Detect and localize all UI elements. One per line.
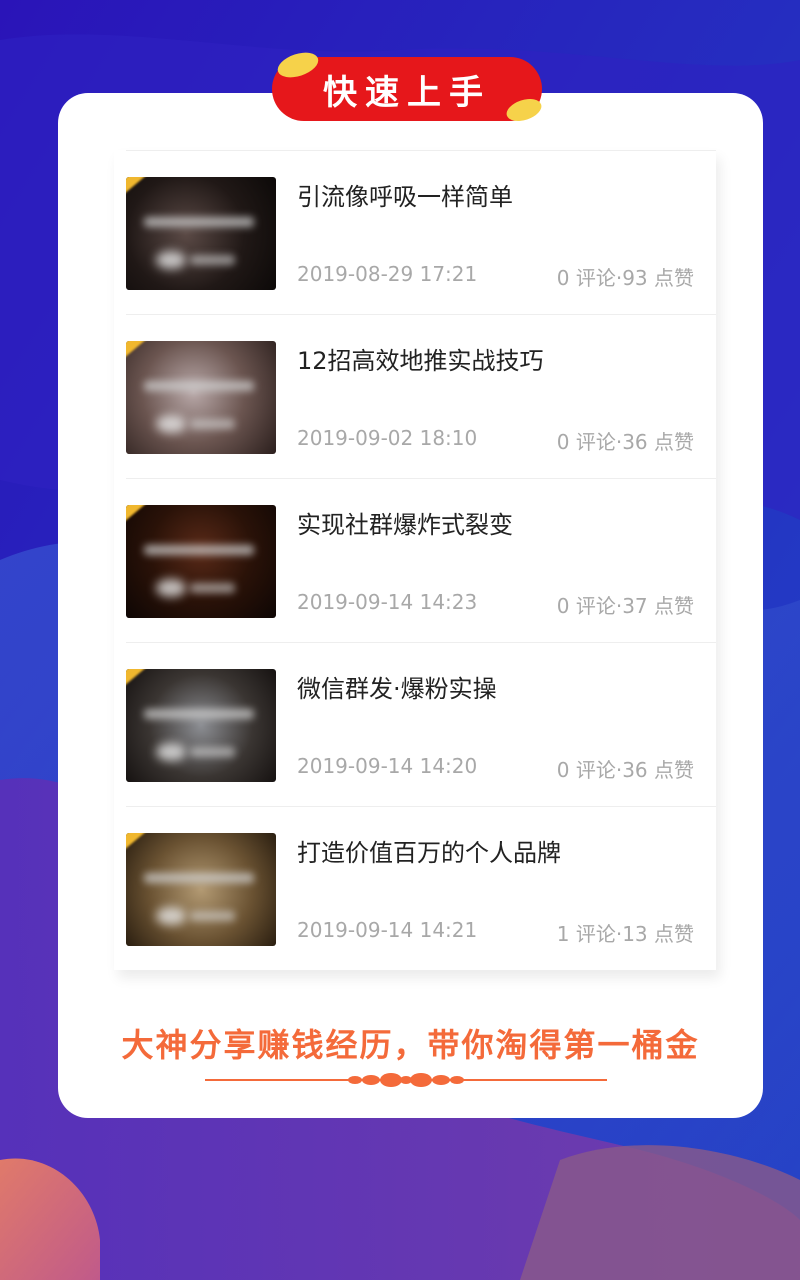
section-title: 快速上手 (323, 72, 491, 113)
article-date: 2019-09-02 18:10 (297, 426, 478, 450)
article-stats: 1 评论·13 点赞 (556, 922, 694, 946)
article-thumbnail[interactable] (126, 177, 276, 290)
article-item[interactable]: 微信群发·爆粉实操 2019-09-14 14:20 0 评论·36 点赞 (126, 642, 716, 806)
article-title[interactable]: 微信群发·爆粉实操 (297, 669, 497, 704)
footer-slogan: 大神分享赚钱经历，带你淘得第一桶金 (121, 1026, 700, 1064)
article-date: 2019-09-14 14:20 (297, 754, 478, 778)
article-date: 2019-09-14 14:23 (297, 590, 478, 614)
article-list: 引流像呼吸一样简单 2019-08-29 17:21 0 评论·93 点赞 12… (114, 150, 716, 970)
ornament-divider-icon (205, 1073, 607, 1087)
article-title[interactable]: 引流像呼吸一样简单 (297, 177, 513, 212)
article-item[interactable]: 引流像呼吸一样简单 2019-08-29 17:21 0 评论·93 点赞 (126, 150, 716, 314)
article-item[interactable]: 12招高效地推实战技巧 2019-09-02 18:10 0 评论·36 点赞 (126, 314, 716, 478)
article-stats: 0 评论·36 点赞 (556, 758, 694, 782)
article-thumbnail[interactable] (126, 669, 276, 782)
article-date: 2019-09-14 14:21 (297, 918, 478, 942)
article-thumbnail[interactable] (126, 505, 276, 618)
article-title[interactable]: 打造价值百万的个人品牌 (297, 833, 561, 868)
article-title[interactable]: 实现社群爆炸式裂变 (297, 505, 513, 540)
article-stats: 0 评论·93 点赞 (556, 266, 694, 290)
article-title[interactable]: 12招高效地推实战技巧 (297, 341, 544, 376)
article-item[interactable]: 打造价值百万的个人品牌 2019-09-14 14:21 1 评论·13 点赞 (126, 806, 716, 970)
article-thumbnail[interactable] (126, 833, 276, 946)
article-thumbnail[interactable] (126, 341, 276, 454)
article-item[interactable]: 实现社群爆炸式裂变 2019-09-14 14:23 0 评论·37 点赞 (126, 478, 716, 642)
article-stats: 0 评论·37 点赞 (556, 594, 694, 618)
article-stats: 0 评论·36 点赞 (556, 430, 694, 454)
article-date: 2019-08-29 17:21 (297, 262, 478, 286)
